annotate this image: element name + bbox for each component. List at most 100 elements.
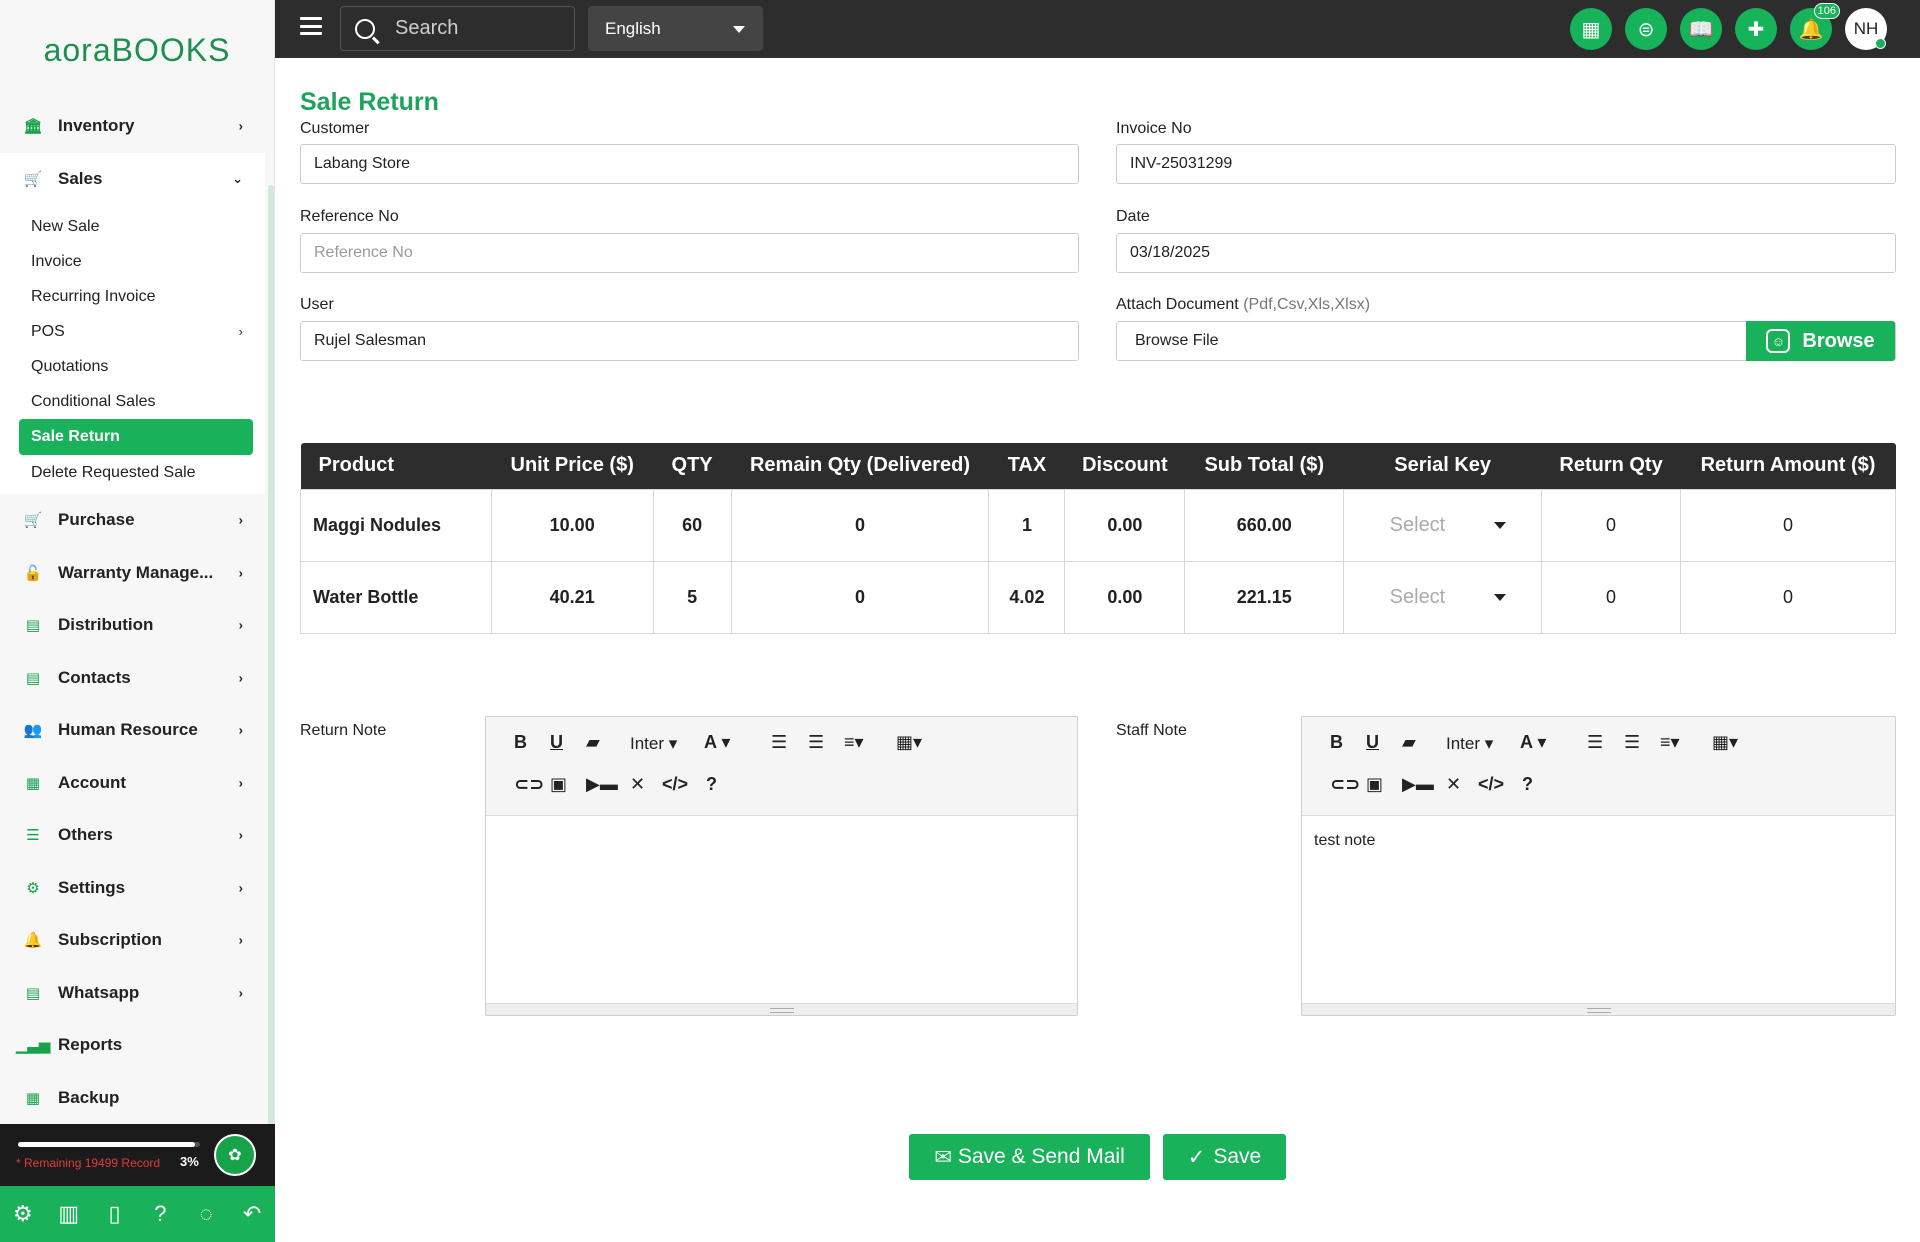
code-view-icon[interactable]: </> xyxy=(662,774,688,795)
invoice-field[interactable]: INV-25031299 xyxy=(1116,144,1896,184)
sidebar-subitem-quotations[interactable]: Quotations xyxy=(0,349,265,384)
calculator-icon[interactable]: ▦ xyxy=(1570,8,1612,50)
caret-down-icon xyxy=(733,26,745,33)
sidebar-item-whatsapp[interactable]: ▤ Whatsapp › xyxy=(0,967,265,1020)
attach-document-field[interactable]: Browse File ☺ Browse xyxy=(1116,321,1896,361)
save-button[interactable]: ✓ Save xyxy=(1163,1134,1286,1180)
invoice-label: Invoice No xyxy=(1116,120,1192,137)
user-field[interactable]: Rujel Salesman xyxy=(300,321,1079,361)
sidebar-subitem-pos[interactable]: POS › xyxy=(0,314,265,349)
sidebar-item-account[interactable]: ▦ Account › xyxy=(0,757,265,810)
sidebar-subitem-new-sale[interactable]: New Sale xyxy=(0,209,265,244)
table-icon[interactable]: ▦▾ xyxy=(896,732,922,753)
reference-field[interactable]: Reference No xyxy=(300,233,1079,273)
bullet-list-icon[interactable]: ☰ xyxy=(1587,732,1603,753)
editor-resize-handle[interactable] xyxy=(1302,1003,1895,1015)
mail-icon: ✉ xyxy=(934,1145,952,1169)
sidebar-item-purchase[interactable]: 🛒 Purchase › xyxy=(0,494,265,547)
chart-icon[interactable]: ▥ xyxy=(54,1201,84,1227)
bar-chart-icon: ▁▃▅ xyxy=(15,1037,51,1055)
sidebar-item-warranty[interactable]: 🔓 Warranty Manage... › xyxy=(0,547,265,600)
serial-key-select[interactable]: Select xyxy=(1368,514,1518,537)
help-icon[interactable]: ? xyxy=(1522,774,1533,795)
logo[interactable]: aora BOOKS xyxy=(0,0,274,100)
sidebar-subitem-invoice[interactable]: Invoice xyxy=(0,244,265,279)
chat-icon[interactable]: ◌ xyxy=(191,1201,221,1227)
attach-label: Attach Document (Pdf,Csv,Xls,Xlsx) xyxy=(1116,296,1371,313)
return-qty-cell[interactable]: 0 xyxy=(1541,560,1682,634)
save-send-mail-button[interactable]: ✉ Save & Send Mail xyxy=(909,1134,1150,1180)
align-icon[interactable]: ≡▾ xyxy=(1660,732,1680,753)
font-color-icon[interactable]: A ▾ xyxy=(1520,732,1546,753)
scan-icon[interactable]: ⊜ xyxy=(1625,8,1667,50)
eraser-icon[interactable]: ▰ xyxy=(586,732,600,753)
sidebar-subitem-conditional-sales[interactable]: Conditional Sales xyxy=(0,384,265,419)
gear-icon[interactable]: ⚙ xyxy=(8,1201,38,1227)
sidebar-item-distribution[interactable]: ▤ Distribution › xyxy=(0,599,265,652)
bold-icon[interactable]: B xyxy=(514,732,527,753)
remain-qty-cell: 0 xyxy=(730,488,990,562)
sidebar-item-inventory[interactable]: 🏛 Inventory › xyxy=(0,100,265,153)
sidebar-item-subscription[interactable]: 🔔 Subscription › xyxy=(0,914,265,967)
add-icon[interactable]: ✚ xyxy=(1735,8,1777,50)
remaining-records-text: * Remaining 19499 Record xyxy=(16,1156,161,1170)
serial-key-cell: Select xyxy=(1343,560,1543,634)
image-icon[interactable]: ▣ xyxy=(1366,774,1383,795)
sidebar-subitem-recurring-invoice[interactable]: Recurring Invoice xyxy=(0,279,265,314)
search-input[interactable] xyxy=(395,17,555,40)
editor-resize-handle[interactable] xyxy=(486,1003,1077,1015)
font-family-select[interactable]: Inter ▾ xyxy=(630,734,677,754)
sidebar-subitem-sale-return[interactable]: Sale Return xyxy=(19,419,253,455)
serial-key-select[interactable]: Select xyxy=(1368,586,1518,609)
book-icon[interactable]: 📖 xyxy=(1680,8,1722,50)
return-note-body[interactable] xyxy=(486,816,1077,848)
numbered-list-icon[interactable]: ☰ xyxy=(808,732,824,753)
avatar[interactable]: NH xyxy=(1845,8,1887,50)
sidebar-item-reports[interactable]: ▁▃▅ Reports xyxy=(0,1019,265,1072)
sidebar-item-others[interactable]: ☰ Others › xyxy=(0,809,265,862)
underline-icon[interactable]: U xyxy=(550,732,563,753)
undo-icon[interactable]: ↶ xyxy=(237,1201,267,1227)
user-label: User xyxy=(300,296,334,313)
fullscreen-icon[interactable]: ✕ xyxy=(1446,774,1461,795)
sidebar-scrollbar[interactable] xyxy=(268,185,274,1125)
staff-note-body[interactable]: test note xyxy=(1302,816,1895,866)
align-icon[interactable]: ≡▾ xyxy=(844,732,864,753)
numbered-list-icon[interactable]: ☰ xyxy=(1624,732,1640,753)
sidebar-item-sales[interactable]: 🛒 Sales ⌄ xyxy=(0,152,265,205)
link-icon[interactable]: ⊂⊃ xyxy=(1330,774,1360,795)
font-family-select[interactable]: Inter ▾ xyxy=(1446,734,1493,754)
hamburger-menu-icon[interactable] xyxy=(300,17,322,37)
font-color-icon[interactable]: A ▾ xyxy=(704,732,730,753)
sidebar-item-human-resource[interactable]: 👥 Human Resource › xyxy=(0,704,265,757)
code-view-icon[interactable]: </> xyxy=(1478,774,1504,795)
col-qty: QTY xyxy=(653,443,732,489)
language-select[interactable]: English xyxy=(588,6,763,51)
browse-button[interactable]: ☺ Browse xyxy=(1746,321,1895,361)
eraser-icon[interactable]: ▰ xyxy=(1402,732,1416,753)
fullscreen-icon[interactable]: ✕ xyxy=(630,774,645,795)
help-chat-icon[interactable]: ? xyxy=(145,1201,175,1227)
bullet-list-icon[interactable]: ☰ xyxy=(771,732,787,753)
sidebar-item-settings[interactable]: ⚙ Settings › xyxy=(0,862,265,915)
image-icon[interactable]: ▣ xyxy=(550,774,567,795)
search-box[interactable] xyxy=(340,6,575,51)
page-title: Sale Return xyxy=(300,88,439,116)
sidebar-subitem-delete-requested-sale[interactable]: Delete Requested Sale xyxy=(0,455,265,490)
table-icon[interactable]: ▦▾ xyxy=(1712,732,1738,753)
sidebar-item-contacts[interactable]: ▤ Contacts › xyxy=(0,652,265,705)
book-icon[interactable]: ▯ xyxy=(100,1201,130,1227)
sidebar-item-backup[interactable]: ▦ Backup xyxy=(0,1072,265,1125)
notification-bell-icon[interactable]: 🔔 106 xyxy=(1790,3,1840,50)
video-icon[interactable]: ▶▬ xyxy=(1402,774,1434,795)
video-icon[interactable]: ▶▬ xyxy=(586,774,618,795)
support-fab-icon[interactable]: ✿ xyxy=(214,1134,256,1176)
underline-icon[interactable]: U xyxy=(1366,732,1379,753)
link-icon[interactable]: ⊂⊃ xyxy=(514,774,544,795)
qty-cell: 60 xyxy=(652,488,732,562)
bold-icon[interactable]: B xyxy=(1330,732,1343,753)
help-icon[interactable]: ? xyxy=(706,774,717,795)
return-qty-cell[interactable]: 0 xyxy=(1541,488,1682,562)
customer-field[interactable]: Labang Store xyxy=(300,144,1079,184)
date-field[interactable]: 03/18/2025 xyxy=(1116,233,1896,273)
